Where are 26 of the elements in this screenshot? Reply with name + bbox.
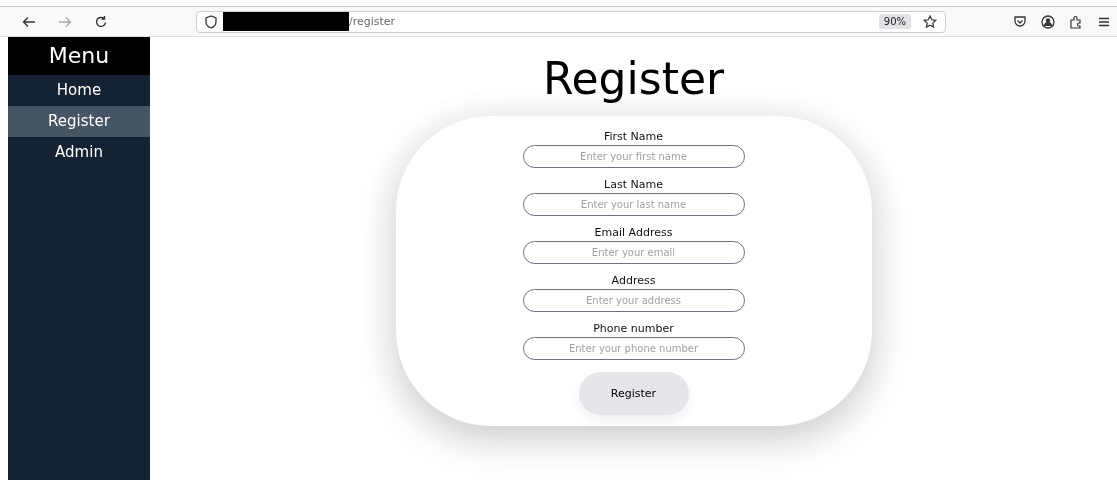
field-label: Email Address — [594, 226, 673, 239]
field-label: Address — [611, 274, 656, 287]
input-field[interactable]: Enter your phone number — [522, 337, 745, 360]
input-field[interactable]: Enter your email — [522, 241, 745, 264]
address-bar[interactable]: /register 90% — [196, 10, 946, 33]
reload-icon[interactable] — [94, 14, 108, 29]
input-field[interactable]: Enter your last name — [522, 193, 745, 216]
url-text: /register — [349, 15, 396, 28]
input-field[interactable]: Enter your address — [522, 289, 745, 312]
extensions-icon[interactable] — [1069, 14, 1083, 29]
account-icon[interactable] — [1041, 14, 1055, 29]
sidebar-item[interactable]: Home — [8, 75, 150, 106]
field-label: Last Name — [604, 178, 663, 191]
star-icon[interactable] — [923, 14, 937, 29]
register-button[interactable]: Register — [578, 372, 689, 415]
input-field[interactable]: Enter your first name — [522, 145, 745, 168]
zoom-level[interactable]: 90% — [878, 14, 911, 29]
field-label: Phone number — [593, 322, 674, 335]
shield-icon — [205, 14, 217, 29]
sidebar-item[interactable]: Admin — [8, 137, 150, 168]
field-label: First Name — [603, 130, 664, 143]
menu-title: Menu — [8, 37, 150, 75]
pocket-icon[interactable] — [1013, 14, 1027, 29]
back-icon[interactable] — [22, 14, 36, 29]
sidebar-item[interactable]: Register — [8, 106, 150, 137]
page-title: Register — [542, 53, 725, 104]
